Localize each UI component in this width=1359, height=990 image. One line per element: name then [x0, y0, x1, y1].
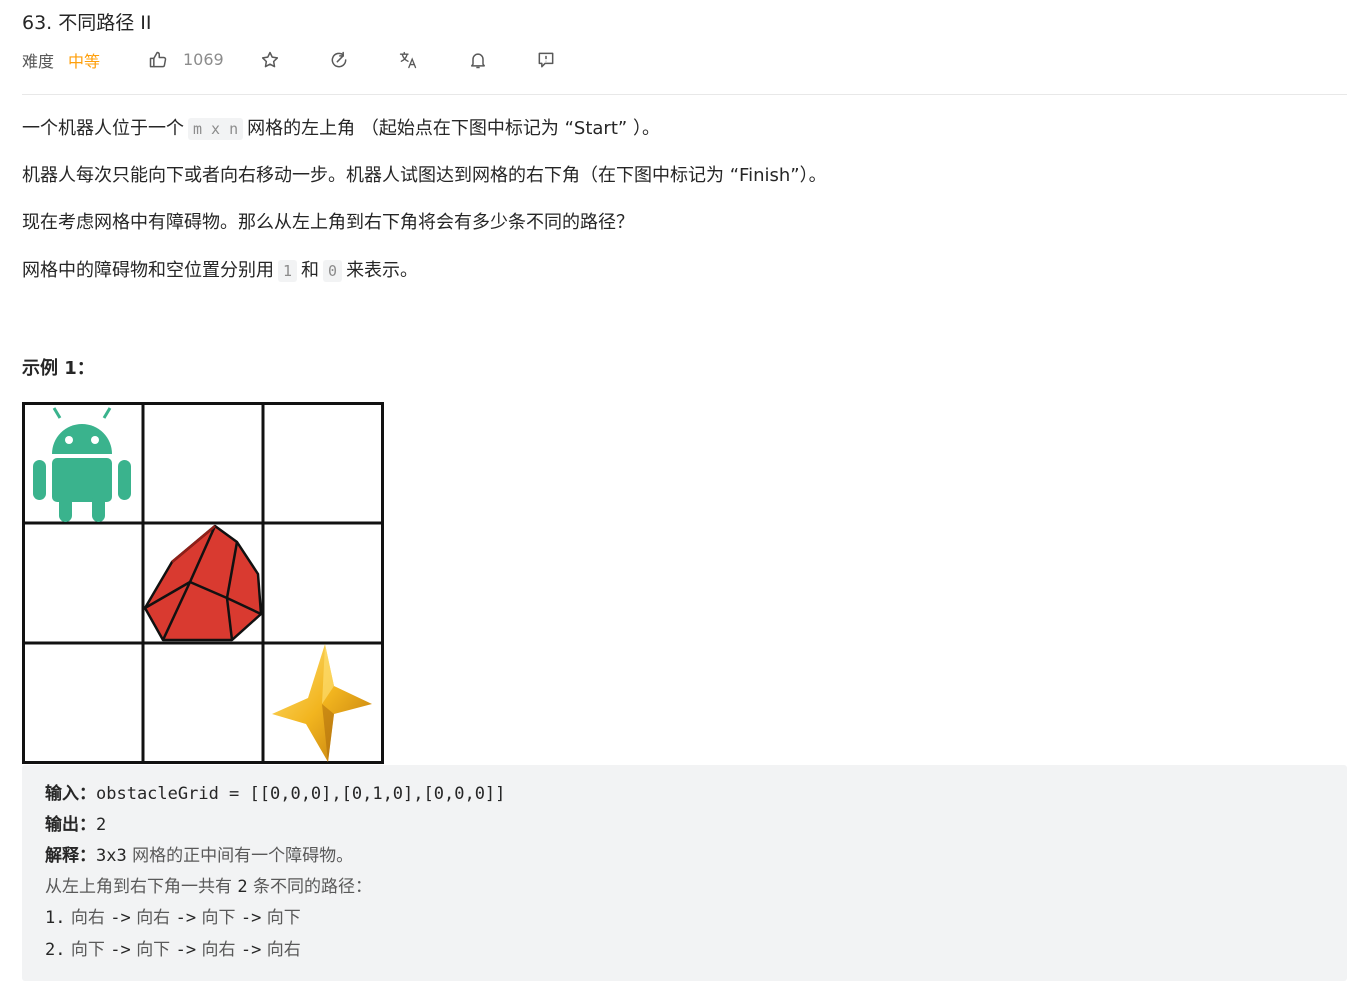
path-step: 向右	[70, 908, 105, 928]
output-value: 2	[96, 815, 107, 835]
example-explain-line: 解释：3x3 网格的正中间有一个障碍物。	[45, 844, 353, 868]
explain-text: 条不同的路径：	[247, 877, 373, 897]
path-arrow: ->	[175, 940, 197, 960]
path-step: 向下	[136, 940, 171, 960]
problem-title: 63. 不同路径 II	[22, 12, 152, 34]
path-arrow: ->	[110, 940, 131, 960]
explain-label: 解释：	[45, 846, 96, 866]
input-value: obstacleGrid = [[0,0,0],[0,1,0],[0,0,0]]	[96, 784, 506, 804]
like-count: 1069	[183, 50, 224, 69]
desc-text: 网格中的障碍物和空位置分别用	[22, 260, 274, 281]
path-arrow: ->	[240, 908, 262, 928]
example-input-line: 输入：obstacleGrid = [[0,0,0],[0,1,0],[0,0,…	[45, 782, 505, 806]
example-code-block: 输入：obstacleGrid = [[0,0,0],[0,1,0],[0,0,…	[22, 765, 1347, 981]
star-icon[interactable]	[258, 46, 282, 74]
output-label: 输出：	[45, 815, 96, 835]
path-step: 向右	[201, 940, 236, 960]
input-label: 输入：	[45, 784, 96, 804]
description-paragraph-3: 现在考虑网格中有障碍物。那么从左上角到右下角将会有多少条不同的路径？	[22, 212, 634, 233]
inline-code: 0	[323, 260, 343, 282]
path-arrow: ->	[240, 940, 262, 960]
explain-text: 网格的正中间有一个障碍物。	[126, 846, 354, 866]
difficulty-label: 难度	[22, 52, 55, 71]
example-path-2: 2. 向下 -> 向下 -> 向右 -> 向右	[45, 938, 301, 962]
problem-meta-row: 难度 中等 1069	[22, 46, 582, 74]
path-arrow: ->	[110, 908, 131, 928]
example-output-line: 输出：2	[45, 813, 106, 837]
explain-mono: 3x3	[96, 846, 127, 866]
path-number: 1.	[45, 908, 66, 928]
example-explain-line-2: 从左上角到右下角一共有 2 条不同的路径：	[45, 875, 372, 899]
path-step: 向下	[201, 908, 236, 928]
description-paragraph-1: 一个机器人位于一个 m x n 网格的左上角 （起始点在下图中标记为 “Start”…	[22, 115, 660, 143]
path-step: 向下	[266, 908, 301, 928]
description-paragraph-4: 网格中的障碍物和空位置分别用 1 和 0 来表示。	[22, 257, 418, 285]
example-grid-image	[22, 402, 384, 764]
divider	[22, 94, 1347, 95]
path-arrow: ->	[175, 908, 197, 928]
path-number: 2.	[45, 940, 66, 960]
thumbs-up-icon[interactable]	[146, 46, 170, 74]
inline-code: 1	[278, 260, 298, 282]
desc-text: 一个机器人位于一个	[22, 118, 184, 139]
difficulty-badge: 中等	[68, 52, 101, 71]
path-count: 2	[237, 877, 248, 897]
desc-text: 和	[301, 260, 320, 281]
description-paragraph-2: 机器人每次只能向下或者向右移动一步。机器人试图达到网格的右下角（在下图中标记为 …	[22, 165, 827, 186]
bell-icon[interactable]	[466, 46, 490, 74]
share-icon[interactable]	[327, 46, 351, 74]
desc-text: 来表示。	[346, 260, 419, 281]
feedback-icon[interactable]	[534, 46, 558, 74]
path-step: 向右	[266, 940, 301, 960]
explain-text: 从左上角到右下角一共有	[45, 877, 238, 897]
example-path-1: 1. 向右 -> 向右 -> 向下 -> 向下	[45, 906, 301, 930]
example-title: 示例 1：	[22, 358, 95, 379]
translate-icon[interactable]	[396, 46, 420, 74]
desc-text: 网格的左上角 （起始点在下图中标记为 “Start” ）。	[247, 118, 660, 139]
path-step: 向下	[70, 940, 105, 960]
inline-code: m x n	[188, 118, 244, 140]
path-step: 向右	[136, 908, 171, 928]
